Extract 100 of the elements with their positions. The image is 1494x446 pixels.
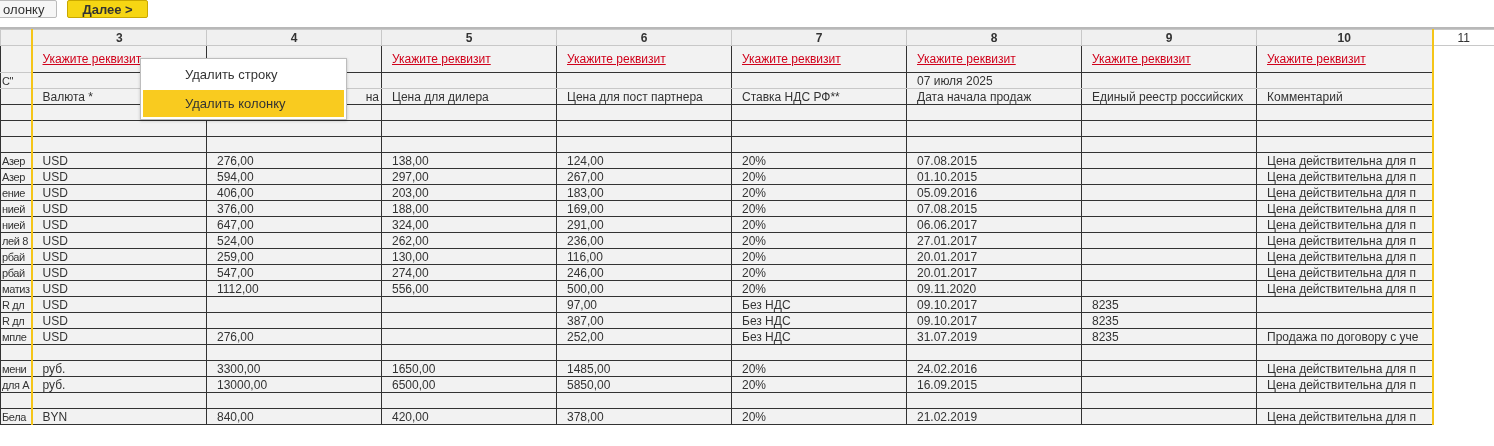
- table-cell: Без НДС: [742, 329, 791, 344]
- table-cell: ение: [2, 186, 25, 199]
- table-cell: 20%: [742, 185, 767, 200]
- table-cell: нией: [2, 218, 25, 231]
- table-cell: Без НДС: [742, 313, 791, 328]
- table-cell: Цена действительна для п: [1267, 409, 1416, 424]
- table-cell: 138,00: [392, 153, 429, 168]
- table-cell: Цена действительна для п: [1267, 265, 1416, 280]
- table-cell: USD: [42, 169, 68, 184]
- table-cell: Цена действительна для п: [1267, 217, 1416, 232]
- table-cell: 07.08.2015: [917, 201, 978, 216]
- table-cell: Комментарий: [1267, 89, 1343, 104]
- table-cell: 500,00: [567, 281, 604, 296]
- table-cell: Цена действительна для п: [1267, 185, 1416, 200]
- table-cell: 291,00: [567, 217, 604, 232]
- table-cell: 8235: [1092, 313, 1119, 328]
- table-cell: R дл: [2, 314, 25, 327]
- table-cell: 07 июля 2025: [917, 73, 993, 88]
- table-cell: 274,00: [392, 265, 429, 280]
- table-cell: 20%: [742, 281, 767, 296]
- table-cell: 169,00: [567, 201, 604, 216]
- table-cell: 236,00: [567, 233, 604, 248]
- column-number: 10: [1337, 30, 1351, 45]
- delete-column-button[interactable]: олонку: [0, 0, 58, 18]
- table-cell: 8235: [1092, 329, 1119, 344]
- table-cell: мени: [2, 362, 27, 375]
- table-cell: 378,00: [567, 409, 604, 424]
- table-cell: 1650,00: [392, 361, 436, 376]
- table-cell: 20%: [742, 249, 767, 264]
- table-cell: 124,00: [567, 153, 604, 168]
- table-cell: 13000,00: [217, 377, 268, 392]
- table-cell: USD: [42, 265, 68, 280]
- column-number: 6: [640, 30, 648, 45]
- table-cell: 20%: [742, 265, 767, 280]
- table-cell: 420,00: [392, 409, 429, 424]
- column-number: 7: [815, 30, 823, 45]
- table-cell: 252,00: [567, 329, 604, 344]
- table-cell: USD: [42, 249, 68, 264]
- table-cell: Цена действительна для п: [1267, 233, 1416, 248]
- table-cell: 297,00: [392, 169, 429, 184]
- table-cell: Азер: [2, 154, 25, 167]
- table-cell: 20.01.2017: [917, 265, 978, 280]
- table-cell: 276,00: [217, 153, 254, 168]
- table-cell: Цена действительна для п: [1267, 169, 1416, 184]
- table-cell: 387,00: [567, 313, 604, 328]
- table-cell: 262,00: [392, 233, 429, 248]
- table-cell: 20%: [742, 361, 767, 376]
- table-cell: 97,00: [567, 297, 598, 312]
- table-cell: 8235: [1092, 297, 1119, 312]
- table-cell: Цена действительна для п: [1267, 153, 1416, 168]
- table-cell: 20%: [742, 233, 767, 248]
- table-cell: 130,00: [392, 249, 429, 264]
- table-cell: 259,00: [217, 249, 254, 264]
- table-cell: рбай: [2, 250, 25, 263]
- table-cell: USD: [42, 329, 68, 344]
- column-number: 8: [990, 30, 998, 45]
- table-cell: 376,00: [217, 201, 254, 216]
- table-cell: 203,00: [392, 185, 429, 200]
- table-cell: 05.09.2016: [917, 185, 978, 200]
- next-button[interactable]: Далее >: [67, 0, 148, 18]
- table-cell: для А: [2, 378, 30, 391]
- table-cell: Продажа по договору с уче: [1267, 329, 1419, 344]
- table-cell: 06.06.2017: [917, 217, 978, 232]
- table-cell: 09.10.2017: [917, 297, 978, 312]
- table-cell: 267,00: [567, 169, 604, 184]
- table-cell: 1112,00: [217, 281, 259, 296]
- table-cell: 116,00: [567, 249, 603, 264]
- table-cell: 09.10.2017: [917, 313, 978, 328]
- column-number: 5: [465, 30, 473, 45]
- table-cell: на: [365, 89, 379, 104]
- table-cell: 5850,00: [567, 377, 611, 392]
- table-cell: 1485,00: [567, 361, 611, 376]
- table-cell: USD: [42, 185, 68, 200]
- menu-item[interactable]: Удалить колонку: [143, 90, 344, 117]
- table-cell: 406,00: [217, 185, 254, 200]
- table-cell: 276,00: [217, 329, 254, 344]
- table-cell: Азер: [2, 170, 25, 183]
- table-cell: 09.11.2020: [917, 281, 977, 296]
- table-cell: Единый реестр российских: [1092, 89, 1244, 104]
- table-cell: 20%: [742, 169, 767, 184]
- column-number: 4: [290, 30, 298, 45]
- table-cell: 21.02.2019: [917, 409, 978, 424]
- table-cell: руб.: [42, 377, 66, 392]
- table-cell: Цена для пост партнера: [567, 89, 703, 104]
- table-cell: 20%: [742, 409, 767, 424]
- table-cell: Валюта *: [42, 89, 93, 104]
- table-cell: 840,00: [217, 409, 254, 424]
- table-cell: Цена действительна для п: [1267, 377, 1416, 392]
- table-cell: USD: [42, 281, 68, 296]
- table-cell: 3300,00: [217, 361, 261, 376]
- table-cell: 31.07.2019: [917, 329, 978, 344]
- table-cell: USD: [42, 297, 68, 312]
- table-cell: 20%: [742, 217, 767, 232]
- table-cell: 20.01.2017: [917, 249, 978, 264]
- table-cell: 20%: [742, 201, 767, 216]
- table-cell: 20%: [742, 153, 767, 168]
- table-cell: Цена действительна для п: [1267, 201, 1416, 216]
- table-cell: матиз: [2, 282, 30, 295]
- table-cell: 07.08.2015: [917, 153, 978, 168]
- table-cell: С": [2, 74, 14, 87]
